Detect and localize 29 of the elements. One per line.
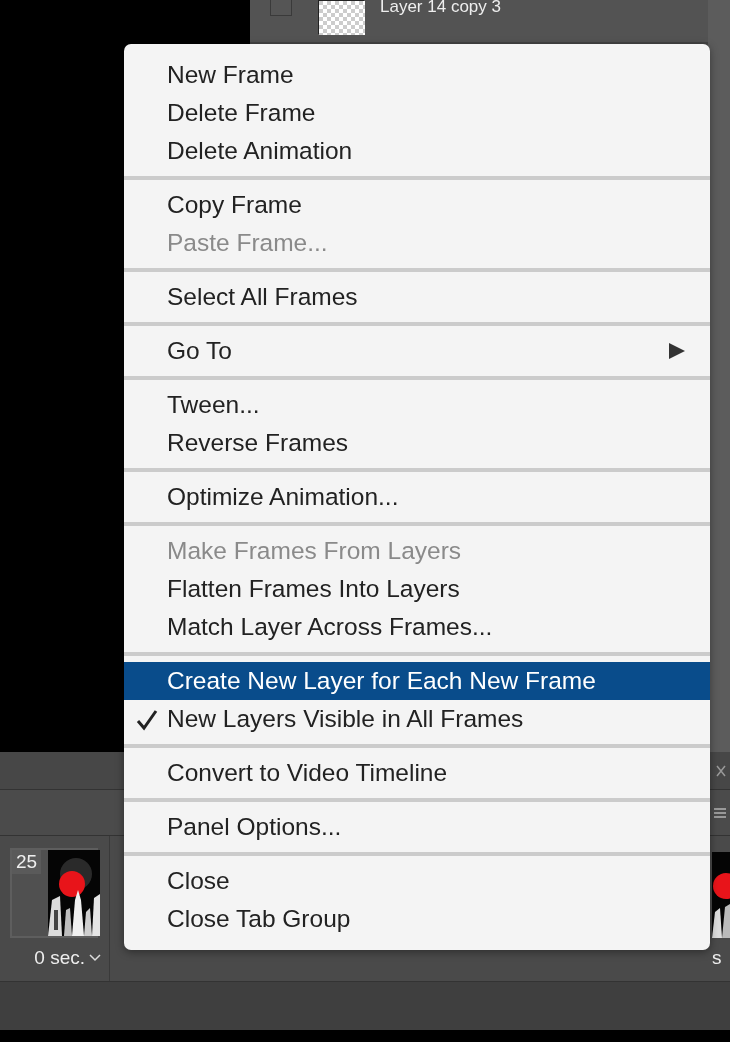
layer-name: Layer 14 copy 3 — [380, 0, 501, 17]
menu-icon[interactable] — [714, 806, 726, 819]
menu-item[interactable]: Tween... — [124, 386, 710, 424]
menu-item[interactable]: Match Layer Across Frames... — [124, 608, 710, 646]
checkmark-icon — [136, 709, 158, 731]
menu-item[interactable]: Close Tab Group — [124, 900, 710, 938]
menu-item[interactable]: New Layers Visible in All Frames — [124, 700, 710, 738]
menu-item[interactable]: Copy Frame — [124, 186, 710, 224]
menu-item[interactable]: New Frame — [124, 56, 710, 94]
menu-item[interactable]: Delete Frame — [124, 94, 710, 132]
menu-item[interactable]: Panel Options... — [124, 808, 710, 846]
menu-item[interactable]: Close — [124, 862, 710, 900]
layer-thumbnail — [319, 1, 365, 35]
chevron-down-icon[interactable] — [89, 954, 101, 963]
menu-item[interactable]: Reverse Frames — [124, 424, 710, 462]
menu-item[interactable]: Delete Animation — [124, 132, 710, 170]
menu-item[interactable]: Go To — [124, 332, 710, 370]
close-icon[interactable] — [716, 764, 726, 777]
scrollbar[interactable] — [708, 0, 730, 752]
menu-item[interactable]: Create New Layer for Each New Frame — [124, 662, 710, 700]
visibility-checkbox[interactable] — [270, 0, 292, 16]
frame-thumbnail[interactable]: 25 — [10, 848, 98, 938]
menu-item[interactable]: Convert to Video Timeline — [124, 754, 710, 792]
frame-delay-text: s — [712, 946, 722, 970]
menu-item[interactable]: Optimize Animation... — [124, 478, 710, 516]
menu-item[interactable]: Select All Frames — [124, 278, 710, 316]
frame-delay-dropdown[interactable]: 0 sec. — [34, 944, 85, 973]
menu-item[interactable]: Flatten Frames Into Layers — [124, 570, 710, 608]
frame-number: 25 — [12, 850, 42, 874]
